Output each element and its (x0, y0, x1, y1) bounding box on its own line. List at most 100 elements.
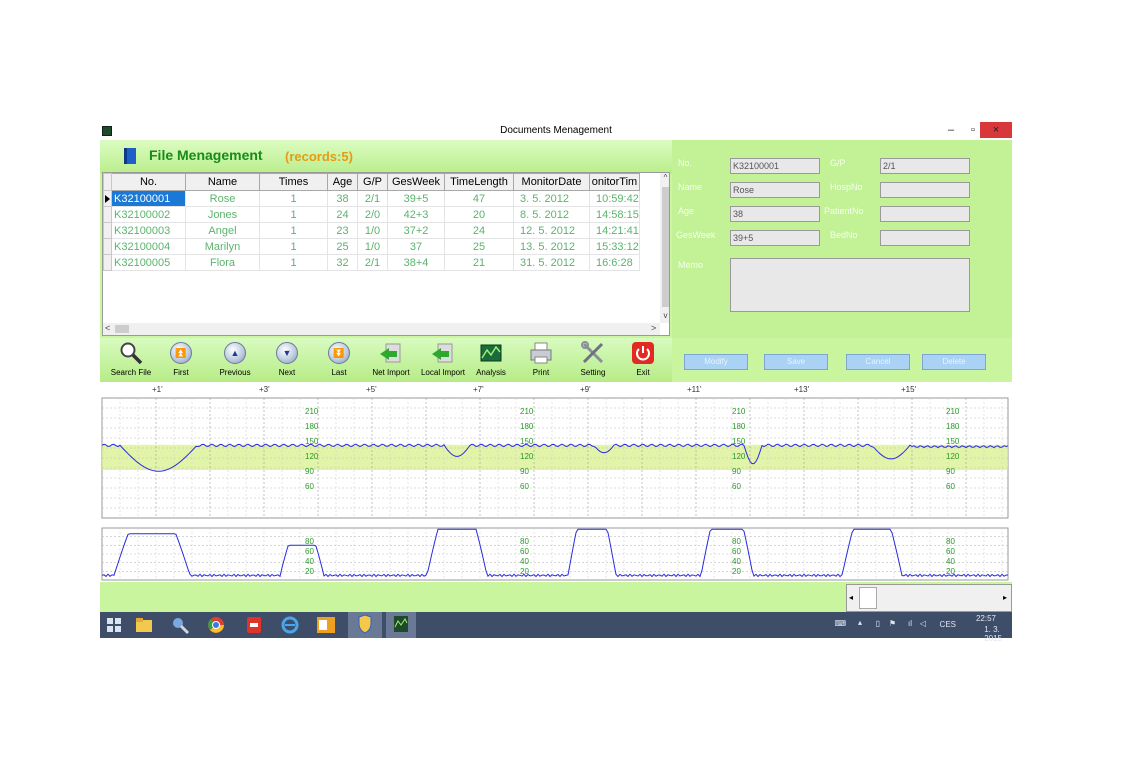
fhr-tick-label: 180 (520, 422, 534, 431)
column-header[interactable]: No. (111, 173, 186, 191)
outlook-icon[interactable] (316, 615, 336, 635)
last-button[interactable]: ⏬ Last (312, 340, 366, 382)
row-header[interactable] (103, 254, 112, 271)
toco-tick-label: 80 (305, 537, 314, 546)
name-field[interactable]: Rose (730, 182, 820, 198)
table-cell: 25 (444, 238, 514, 255)
battery-icon[interactable]: ▯ (876, 619, 880, 628)
grid-vertical-scrollbar[interactable]: ^ v (660, 173, 669, 323)
clock-date[interactable]: 1. 3. 2015 (984, 625, 1002, 643)
security-taskbar-item[interactable] (348, 612, 382, 638)
fhr-tick-label: 120 (946, 452, 960, 461)
scroll-thumb[interactable] (662, 187, 669, 307)
patientno-field[interactable] (880, 206, 970, 222)
table-cell: 37 (387, 238, 445, 255)
close-button[interactable]: × (980, 122, 1012, 138)
hospno-field[interactable] (880, 182, 970, 198)
previous-button[interactable]: ▲ Previous (208, 340, 262, 382)
column-header[interactable]: Name (185, 173, 260, 191)
signal-icon[interactable]: ıl (908, 619, 912, 628)
file-explorer-icon[interactable] (134, 615, 154, 635)
gp-field[interactable]: 2/1 (880, 158, 970, 174)
toco-tick-label: 60 (732, 547, 741, 556)
toco-tick-label: 40 (946, 557, 955, 566)
toco-tick-label: 80 (732, 537, 741, 546)
table-row[interactable]: K32100004 Marilyn 1 25 1/0 37 25 13. 5. 2012 15:… (103, 238, 640, 255)
table-cell: 16:6:28 (589, 254, 640, 271)
print-button[interactable]: Print (514, 340, 568, 382)
no-field[interactable]: K32100001 (730, 158, 820, 174)
table-cell: 15:33:12 (589, 238, 640, 255)
setting-button[interactable]: Setting (566, 340, 620, 382)
column-header[interactable]: Times (259, 173, 328, 191)
action-center-icon[interactable]: ⚑ (889, 619, 896, 628)
pdf-reader-icon[interactable] (244, 615, 264, 635)
net-import-button[interactable]: Net Import (364, 340, 418, 382)
row-header[interactable] (103, 190, 112, 207)
table-cell: K32100001 (111, 190, 186, 207)
column-header[interactable]: TimeLength (444, 173, 514, 191)
h-scroll-thumb[interactable] (115, 325, 129, 333)
local-import-button[interactable]: Local Import (416, 340, 470, 382)
modify-button[interactable]: Modify (684, 354, 748, 370)
scroll-down-icon[interactable]: v (660, 311, 669, 320)
exit-button[interactable]: Exit (616, 340, 670, 382)
row-header[interactable] (103, 222, 112, 239)
volume-icon[interactable]: ◁ (920, 619, 926, 628)
gesweek-field[interactable]: 39+5 (730, 230, 820, 246)
column-header[interactable]: GesWeek (387, 173, 445, 191)
table-row[interactable]: K32100001 Rose 1 38 2/1 39+5 47 3. 5. 2012 10:59… (103, 190, 640, 207)
windows-taskbar: ⌨ ▴ ▯ ⚑ ıl ◁ CES 22:57 1. 3. 2015 (100, 612, 1012, 643)
next-button[interactable]: ▼ Next (260, 340, 314, 382)
scroll-up-icon[interactable]: ^ (660, 173, 669, 182)
column-header[interactable]: MonitorDate (513, 173, 590, 191)
clock-time[interactable]: 22:57 (976, 614, 996, 623)
row-header[interactable] (103, 206, 112, 223)
age-field[interactable]: 38 (730, 206, 820, 222)
row-header[interactable] (103, 238, 112, 255)
keyboard-icon[interactable]: ⌨ (834, 619, 846, 628)
up-arrow-icon: ▲ (224, 342, 246, 364)
scroll-right-icon[interactable]: > (651, 323, 656, 333)
network-tool-icon[interactable] (170, 615, 190, 635)
fhr-tick-label: 120 (305, 452, 319, 461)
language-indicator[interactable]: CES (940, 620, 956, 629)
documents-app-taskbar-item[interactable] (386, 612, 416, 638)
table-cell: 24 (327, 206, 358, 223)
magnifier-icon (120, 342, 143, 365)
grid-horizontal-scrollbar[interactable]: < > (103, 323, 660, 335)
delete-button[interactable]: Delete (922, 354, 986, 370)
analysis-button[interactable]: Analysis (464, 340, 518, 382)
cancel-button[interactable]: Cancel (846, 354, 910, 370)
first-button[interactable]: ⏫ First (154, 340, 208, 382)
time-mark: +11' (687, 385, 702, 394)
chrome-icon[interactable] (206, 615, 226, 635)
save-button[interactable]: Save (764, 354, 828, 370)
column-header[interactable]: onitorTim (589, 173, 640, 191)
table-cell: K32100003 (111, 222, 186, 239)
search-file-button[interactable]: Search File (104, 340, 158, 382)
scroll-right-icon[interactable]: ▸ (1003, 593, 1007, 602)
scroll-left-icon[interactable]: < (105, 323, 110, 333)
column-header[interactable]: Age (327, 173, 358, 191)
import-arrow-icon (380, 343, 401, 363)
chart-scroll-thumb[interactable] (859, 587, 877, 609)
tray-expand-icon[interactable]: ▴ (858, 618, 862, 627)
table-row[interactable]: K32100003 Angel 1 23 1/0 37+2 24 12. 5. 2012 14:… (103, 222, 640, 239)
table-cell: 3. 5. 2012 (513, 190, 590, 207)
column-header[interactable]: G/P (357, 173, 388, 191)
memo-field[interactable] (730, 258, 970, 312)
toco-tick-label: 40 (520, 557, 529, 566)
chart-scrollbar[interactable]: ◂ ▸ (846, 584, 1012, 612)
down-arrow-icon: ▼ (276, 342, 298, 364)
minimize-button[interactable]: – (940, 122, 962, 138)
time-axis (100, 382, 1012, 394)
windows-start-icon[interactable] (104, 615, 124, 635)
bedno-field[interactable] (880, 230, 970, 246)
table-cell: 32 (327, 254, 358, 271)
scroll-left-icon[interactable]: ◂ (849, 593, 853, 602)
internet-explorer-icon[interactable] (280, 615, 300, 635)
table-row[interactable]: K32100002 Jones 1 24 2/0 42+3 20 8. 5. 2012 14:5… (103, 206, 640, 223)
table-row[interactable]: K32100005 Flora 1 32 2/1 38+4 21 31. 5. 2012 16:… (103, 254, 640, 271)
table-cell: K32100005 (111, 254, 186, 271)
